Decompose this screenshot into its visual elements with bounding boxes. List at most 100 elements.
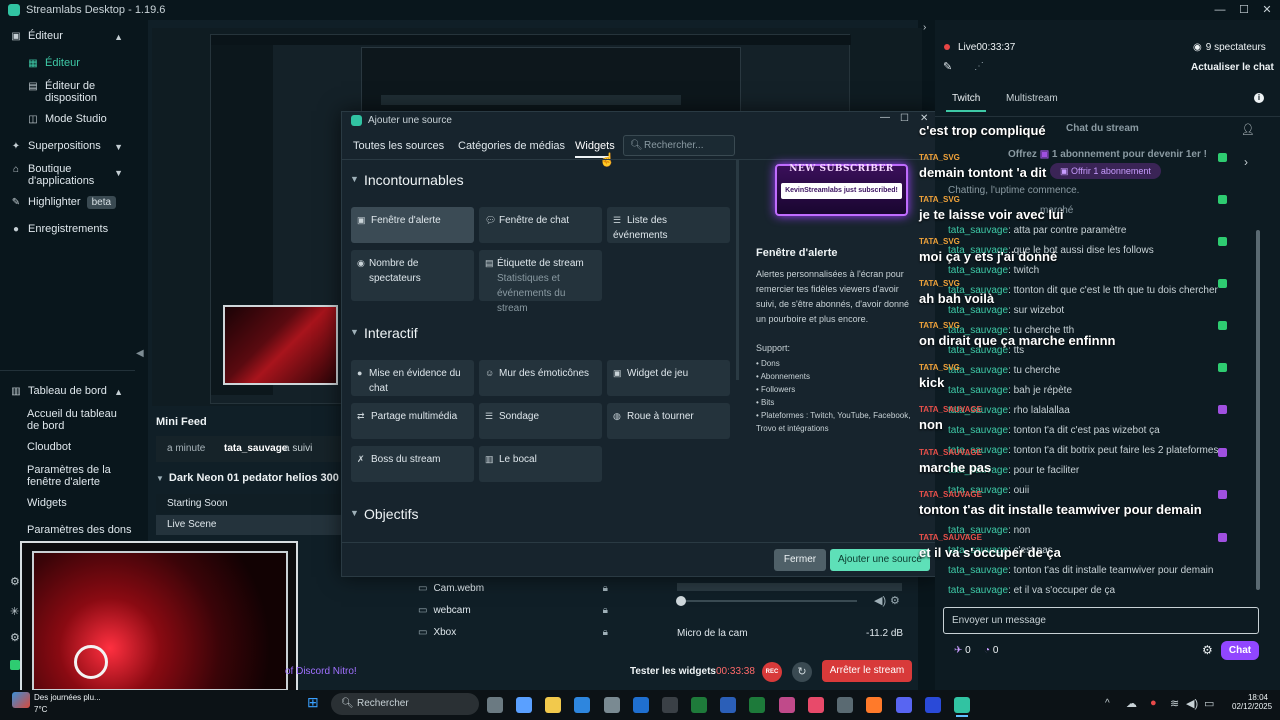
chat-send-button[interactable]: Chat — [1221, 641, 1259, 660]
chat-username[interactable]: tata_sauvage — [948, 265, 1008, 276]
mixer-slider[interactable] — [677, 600, 857, 602]
chat-username[interactable]: tata_sauvage — [948, 565, 1008, 576]
tab-multistream[interactable]: Multistream — [1006, 93, 1058, 104]
volume-icon[interactable]: ◀) — [874, 594, 886, 607]
close-button[interactable]: Fermer — [774, 549, 826, 571]
app-blue-icon[interactable] — [925, 697, 941, 713]
clock[interactable]: 18:04 02/12/2025 — [1232, 693, 1272, 711]
minimize-icon[interactable]: — — [1210, 2, 1230, 18]
scene-item[interactable]: Starting Soon — [156, 494, 341, 514]
sidebar-item-donation-settings[interactable]: Paramètres des dons — [27, 524, 162, 536]
source-item[interactable]: ▭ webcam 🔒︎ — [418, 605, 608, 616]
edge-icon[interactable] — [574, 697, 590, 713]
tab-twitch[interactable]: Twitch — [952, 93, 980, 104]
tab-widgets[interactable]: Widgets — [575, 140, 615, 152]
test-widgets-link[interactable]: Tester les widgets — [630, 666, 716, 677]
chat-username[interactable]: tata_sauvage — [948, 305, 1008, 316]
taskbar-search[interactable]: 🔍︎ Rechercher — [331, 693, 479, 715]
minimize-icon[interactable]: — — [880, 112, 890, 123]
weather-icon[interactable] — [12, 692, 30, 708]
widget-card-stream-boss[interactable]: ✗ Boss du stream — [351, 446, 474, 482]
windows-start-icon[interactable]: ⊞ — [307, 694, 319, 711]
chat-message-input[interactable]: Envoyer un message — [943, 607, 1259, 634]
microphone-icon[interactable]: ● — [1150, 697, 1157, 709]
outlook-icon[interactable] — [633, 697, 649, 713]
sidebar-item-highlighter[interactable]: ✎ Highlighter beta — [10, 196, 145, 209]
excel-icon[interactable] — [749, 697, 765, 713]
chat-scrollbar[interactable] — [1256, 230, 1260, 590]
section-goals[interactable]: ▼ Objectifs — [350, 506, 418, 522]
store-icon[interactable] — [604, 697, 620, 713]
lock-icon[interactable]: 🔒︎ — [603, 583, 608, 594]
source-item[interactable]: ▭ Xbox 🔒︎ — [418, 627, 608, 638]
chat-username[interactable]: tata_sauvage — [948, 385, 1008, 396]
volume-icon[interactable]: ◀) — [1186, 697, 1198, 710]
chevron-right-icon[interactable]: › — [1244, 155, 1248, 169]
sidebar-item-store[interactable]: ⌂ Boutique d'applications — [10, 163, 145, 187]
sidebar-item-alert-settings[interactable]: Paramètres de la fenêtre d'alerte — [27, 464, 127, 488]
mixer-slider-knob[interactable] — [676, 596, 686, 606]
cloud-icon[interactable]: ☁ — [1126, 697, 1137, 710]
edit-icon[interactable]: ✎ — [943, 60, 952, 73]
gear-icon[interactable]: ⚙ — [890, 594, 900, 607]
weather-text[interactable]: Des journées plu... — [34, 693, 101, 702]
sidebar-item-recordings[interactable]: ● Enregistrements — [10, 223, 145, 235]
maximize-icon[interactable]: ☐ — [1234, 2, 1254, 18]
gear-icon[interactable]: ⚙ — [1202, 643, 1213, 657]
kick-icon[interactable] — [10, 660, 20, 670]
scene-item-active[interactable]: Live Scene — [156, 515, 341, 535]
chevron-up-icon[interactable]: ▲ — [114, 32, 123, 42]
widget-card-stream-label[interactable]: ▤ Étiquette de stream Statistiques et évén… — [479, 250, 602, 314]
widget-card-spin-wheel[interactable]: ◍ Roue à tourner — [607, 403, 730, 439]
scene-collection[interactable]: ▼ Dark Neon 01 pedator helios 300 — [156, 472, 339, 484]
music-icon[interactable] — [808, 697, 824, 713]
sidebar-item-editor[interactable]: ▣ Éditeur — [10, 30, 145, 42]
widget-card-event-list[interactable]: ☰ Liste des événements — [607, 207, 730, 243]
lock-icon[interactable]: 🔒︎ — [603, 605, 608, 616]
tab-all-sources[interactable]: Toutes les sources — [353, 140, 444, 152]
photos-icon[interactable] — [779, 697, 795, 713]
source-item[interactable]: ▭ Cam.webm 🔒︎ — [418, 583, 608, 594]
share-icon[interactable]: ⋰ — [974, 61, 984, 72]
widget-card-tip-jar[interactable]: ▥ Le bocal — [479, 446, 602, 482]
star-icon[interactable]: ✳ — [10, 605, 19, 618]
settings-app-icon[interactable] — [837, 697, 853, 713]
sidebar-item-studio-mode[interactable]: ◫ Mode Studio — [27, 113, 162, 125]
task-view-icon[interactable] — [487, 697, 503, 713]
expand-right-icon[interactable]: › — [923, 22, 926, 33]
widget-card-game[interactable]: ▣ Widget de jeu — [607, 360, 730, 396]
lock-icon[interactable]: 🔒︎ — [603, 627, 608, 638]
battery-icon[interactable]: ▭ — [1204, 697, 1214, 710]
add-source-button[interactable]: Ajouter une source — [830, 549, 930, 571]
stop-stream-button[interactable]: Arrêter le stream — [822, 660, 912, 682]
chevron-down-icon[interactable]: ▼ — [114, 142, 123, 152]
wifi-icon[interactable]: ≋ — [1170, 697, 1179, 710]
discord-icon[interactable] — [896, 697, 912, 713]
gift-sub-button[interactable]: ▣ Offrir 1 abonnement — [1050, 163, 1161, 179]
widget-card-viewer-count[interactable]: ◉ Nombre de spectateurs — [351, 250, 474, 301]
chevron-up-icon[interactable]: ▲ — [114, 387, 123, 397]
sidebar-item-editor-sub[interactable]: ▦ Éditeur — [27, 57, 162, 69]
widget-card-poll[interactable]: ☰ Sondage — [479, 403, 602, 439]
tab-media-categories[interactable]: Catégories de médias — [458, 140, 565, 152]
close-icon[interactable]: ✕ — [1257, 2, 1277, 18]
users-icon[interactable]: 👤︎ — [1241, 123, 1255, 136]
sidebar-item-layout-editor[interactable]: ▤ Éditeur de disposition — [27, 80, 127, 104]
settings-icon[interactable]: ⚙ — [10, 575, 20, 588]
sidebar-item-cloudbot[interactable]: Cloudbot — [27, 441, 162, 453]
widget-card-emote-wall[interactable]: ☺ Mur des émoticônes — [479, 360, 602, 396]
copilot-icon[interactable] — [516, 697, 532, 713]
widget-search-input[interactable]: 🔍︎ Rechercher... — [623, 135, 735, 156]
chevron-down-icon[interactable]: ▼ — [114, 168, 123, 178]
chat-username[interactable]: tata_sauvage — [948, 225, 1008, 236]
streamlabs-taskbar-icon[interactable] — [954, 697, 970, 713]
xbox-icon[interactable] — [691, 697, 707, 713]
scrollbar[interactable] — [736, 160, 739, 380]
section-interactive[interactable]: ▼ Interactif — [350, 325, 418, 341]
chat-username[interactable]: tata_sauvage — [948, 585, 1008, 596]
chevron-up-icon[interactable]: ^ — [1105, 698, 1110, 709]
sidebar-item-widgets[interactable]: Widgets — [27, 497, 162, 509]
maximize-icon[interactable]: ☐ — [900, 113, 909, 124]
rec-button[interactable]: REC — [762, 662, 782, 682]
file-explorer-icon[interactable] — [545, 697, 561, 713]
